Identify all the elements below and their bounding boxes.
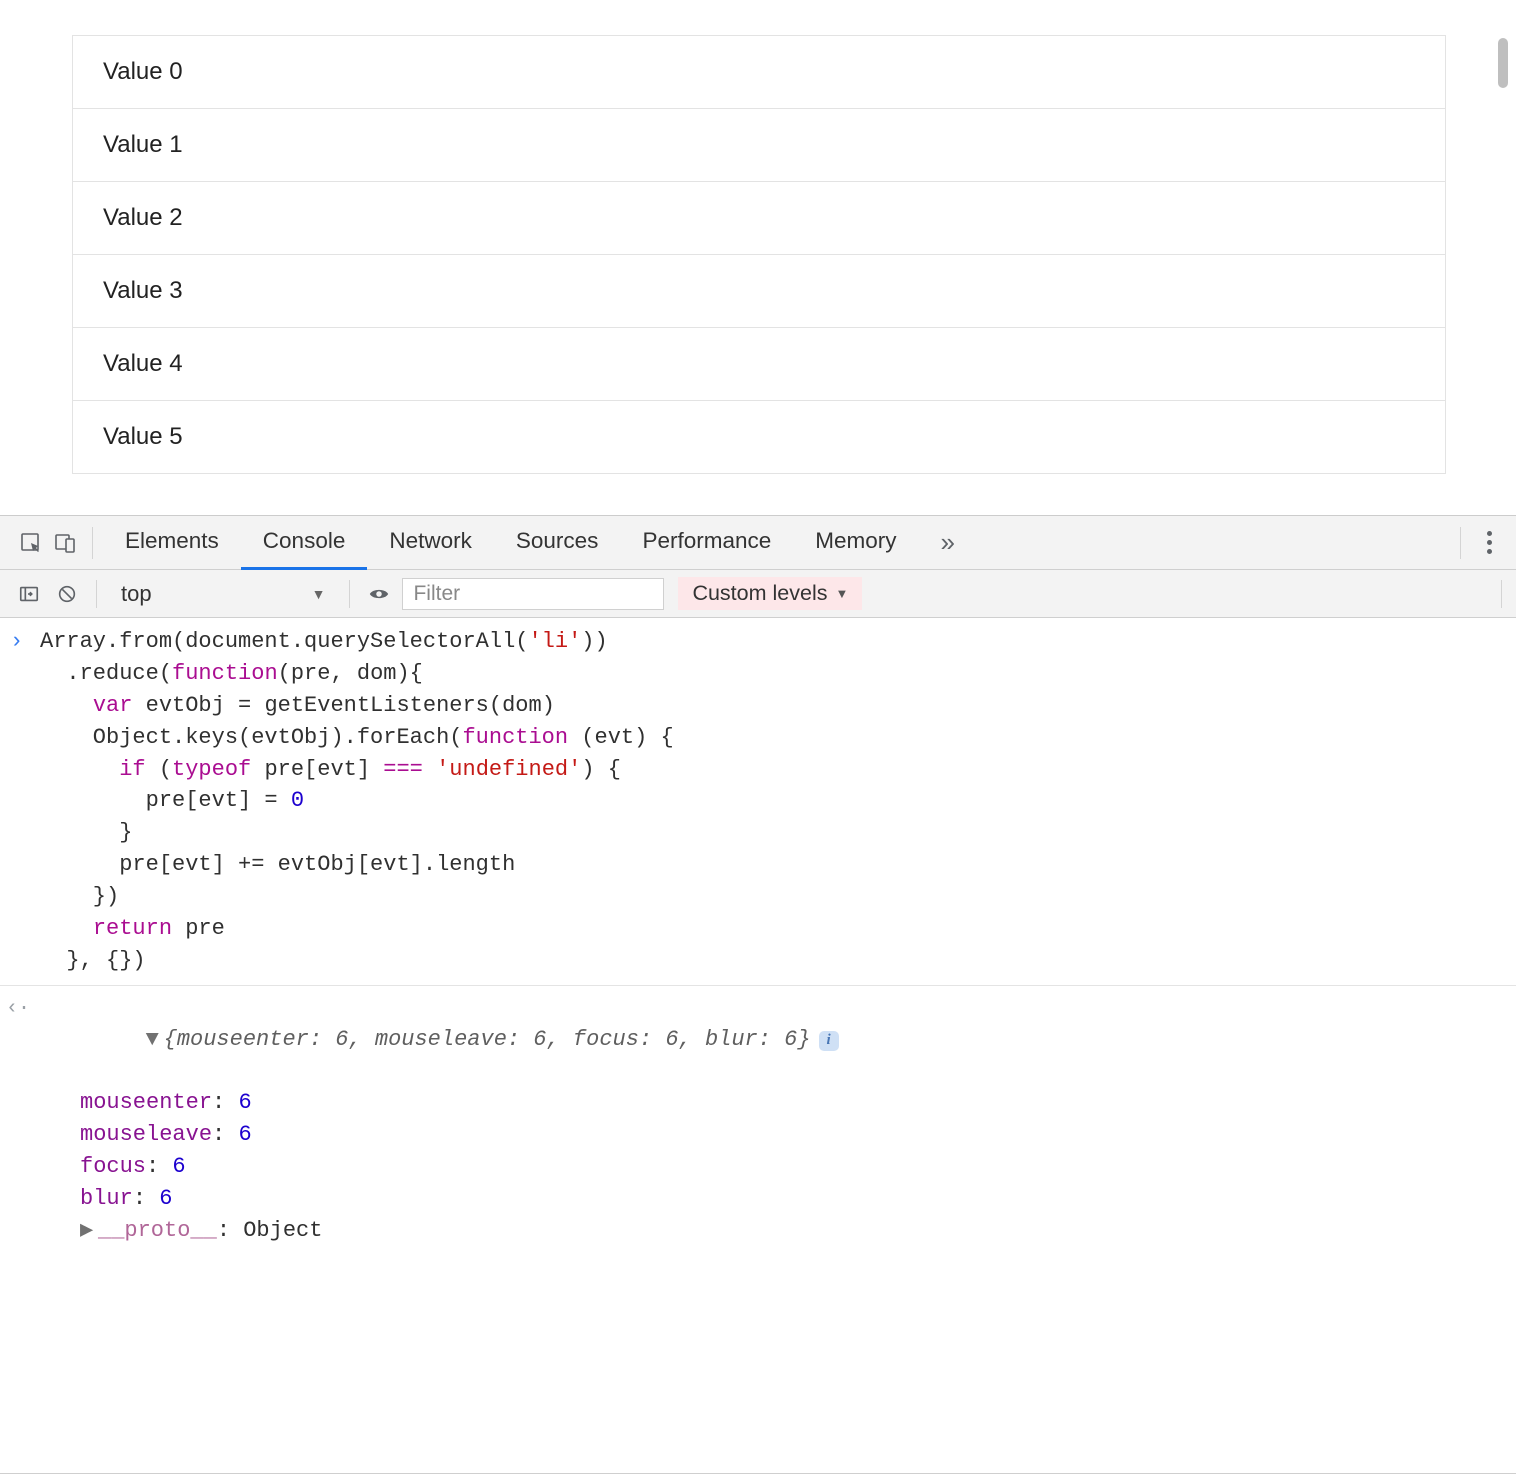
levels-label: Custom levels [692,581,827,606]
expand-toggle-icon[interactable]: ▼ [146,1024,160,1056]
separator [96,580,97,608]
code-line: }) [0,881,1516,913]
list-item[interactable]: Value 2 [73,182,1445,255]
devtools-tab-bar: Elements Console Network Sources Perform… [0,516,1516,570]
code-line: pre[evt] += evtObj[evt].length [0,849,1516,881]
console-output[interactable]: › Array.from(document.querySelectorAll('… [0,618,1516,1473]
tab-sources[interactable]: Sources [494,516,621,570]
input-prompt-icon: › [10,626,23,658]
code-line: Array.from(document.querySelectorAll('li… [0,626,1516,658]
console-input-entry: › Array.from(document.querySelectorAll('… [0,626,1516,986]
separator [92,527,93,559]
object-summary-line[interactable]: ▼{mouseenter: 6, mouseleave: 6, focus: 6… [0,992,1516,1088]
list-item[interactable]: Value 3 [73,255,1445,328]
live-expression-icon[interactable] [364,579,394,609]
code-line: if (typeof pre[evt] === 'undefined') { [0,754,1516,786]
tab-memory[interactable]: Memory [793,516,918,570]
object-property-line[interactable]: mouseleave: 6 [0,1119,1516,1151]
list-item[interactable]: Value 1 [73,109,1445,182]
separator [1460,527,1461,559]
object-property-line[interactable]: blur: 6 [0,1183,1516,1215]
tabs-overflow-icon[interactable]: » [931,527,965,558]
clear-console-icon[interactable] [52,579,82,609]
object-property-line[interactable]: mouseenter: 6 [0,1087,1516,1119]
code-line: var evtObj = getEventListeners(dom) [0,690,1516,722]
tab-performance[interactable]: Performance [620,516,793,570]
device-toolbar-icon[interactable] [48,526,82,560]
page-scrollbar[interactable] [1498,38,1508,88]
layout-gap [0,475,1516,515]
console-sidebar-toggle-icon[interactable] [14,579,44,609]
list-item[interactable]: Value 4 [73,328,1445,401]
code-line: return pre [0,913,1516,945]
code-line: } [0,817,1516,849]
page-viewport: Value 0 Value 1 Value 2 Value 3 Value 4 … [0,0,1516,475]
console-output-entry: ‹· ▼{mouseenter: 6, mouseleave: 6, focus… [0,992,1516,1247]
console-filter-input[interactable] [402,578,664,610]
list-item[interactable]: Value 5 [73,401,1445,474]
tab-console[interactable]: Console [241,516,368,570]
separator [349,580,350,608]
info-badge-icon[interactable]: i [819,1031,839,1051]
list-item[interactable]: Value 0 [73,36,1445,109]
tab-network[interactable]: Network [367,516,494,570]
code-line: .reduce(function(pre, dom){ [0,658,1516,690]
output-prompt-icon: ‹· [6,994,30,1023]
execution-context-selector[interactable]: top ▼ [111,581,335,607]
devtools-panel: Elements Console Network Sources Perform… [0,515,1516,1474]
log-levels-selector[interactable]: Custom levels ▼ [678,577,862,610]
code-line: pre[evt] = 0 [0,785,1516,817]
devtools-menu-icon[interactable] [1477,525,1502,560]
inspect-element-icon[interactable] [14,526,48,560]
chevron-down-icon: ▼ [312,586,326,602]
object-property-line[interactable]: focus: 6 [0,1151,1516,1183]
code-line: Object.keys(evtObj).forEach(function (ev… [0,722,1516,754]
code-line: }, {}) [0,945,1516,977]
console-toolbar: top ▼ Custom levels ▼ [0,570,1516,618]
context-label: top [121,581,152,607]
expand-toggle-icon[interactable]: ▶ [80,1215,94,1247]
object-properties: mouseenter: 6mouseleave: 6focus: 6blur: … [0,1087,1516,1215]
object-proto-line[interactable]: ▶__proto__: Object [0,1215,1516,1247]
tab-elements[interactable]: Elements [103,516,241,570]
value-list: Value 0 Value 1 Value 2 Value 3 Value 4 … [72,35,1446,474]
chevron-down-icon: ▼ [835,586,848,601]
separator [1501,580,1502,608]
